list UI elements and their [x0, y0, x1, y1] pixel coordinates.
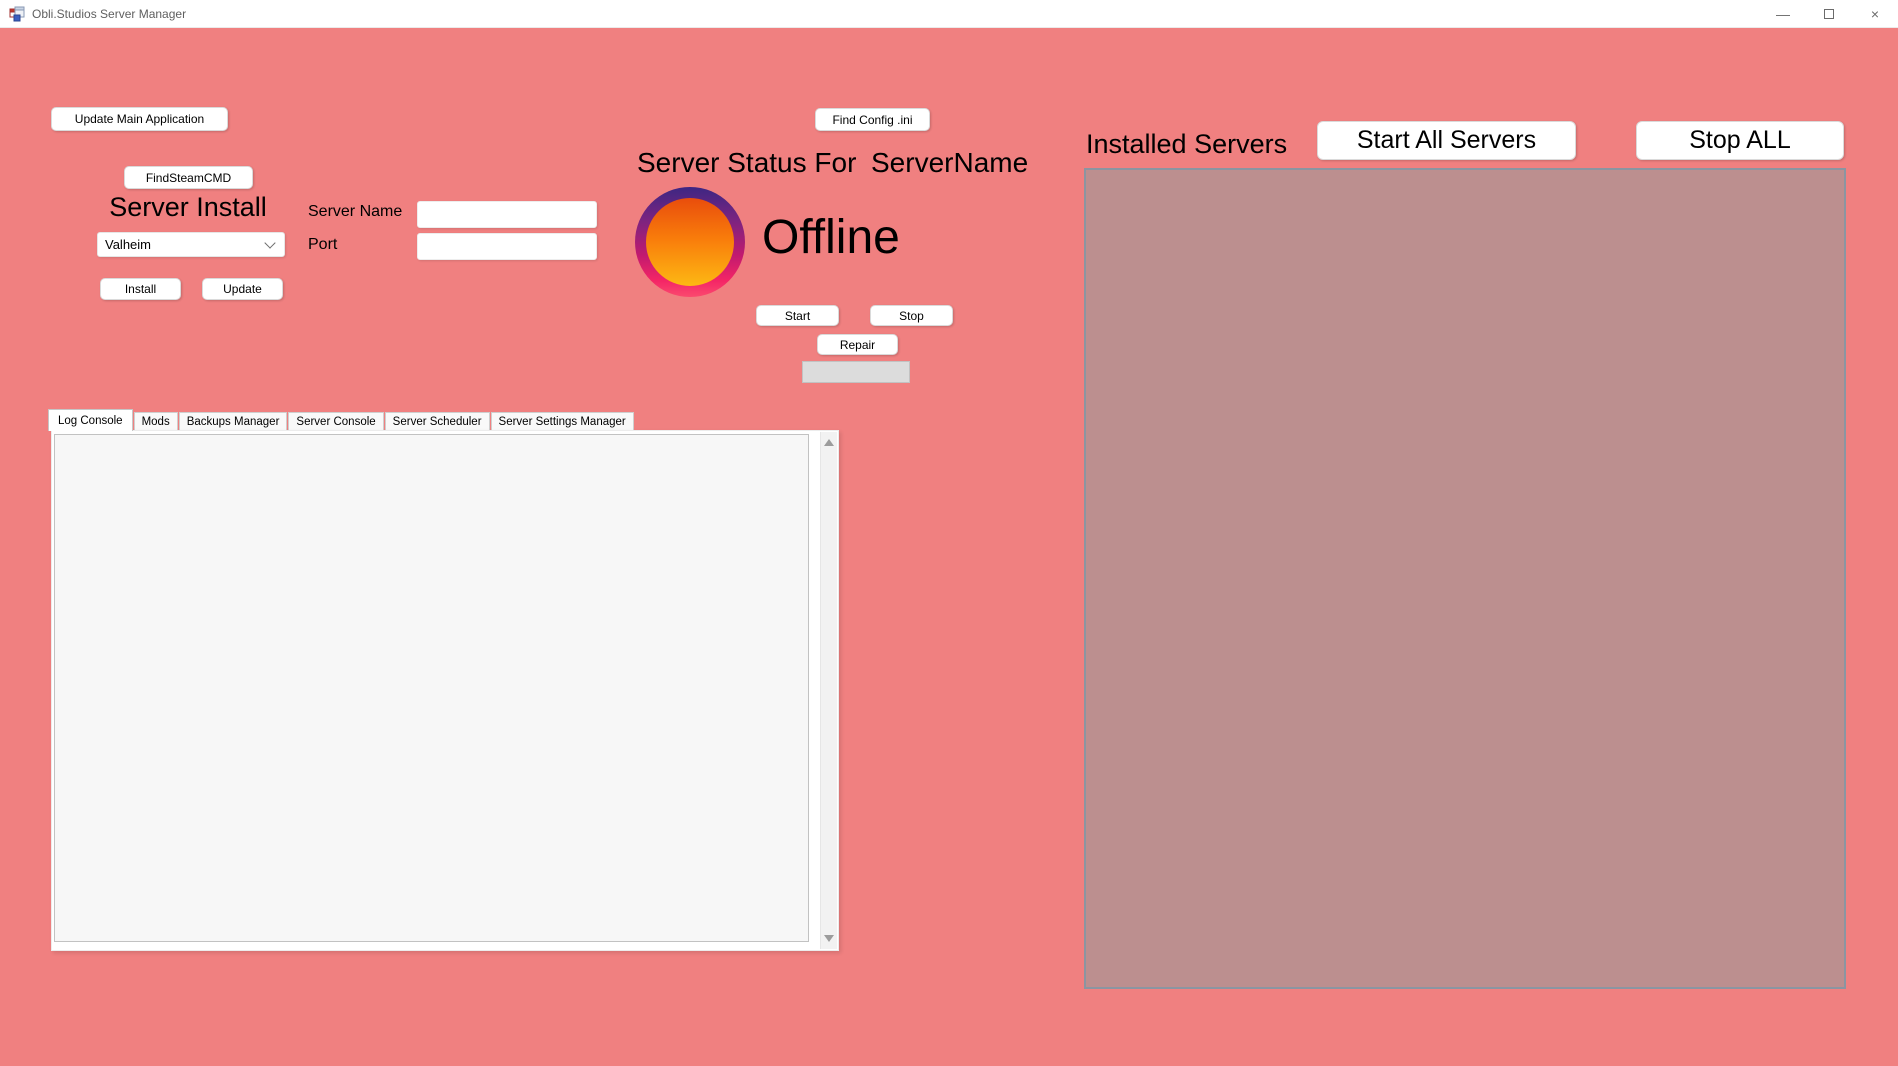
minimize-button[interactable]: — [1760, 0, 1806, 28]
port-label: Port [308, 236, 337, 254]
tab-server-settings-manager[interactable]: Server Settings Manager [491, 412, 634, 431]
find-steamcmd-button[interactable]: FindSteamCMD [124, 166, 253, 189]
scroll-up-icon[interactable] [824, 439, 834, 446]
status-text: Offline [762, 210, 900, 265]
start-button[interactable]: Start [756, 305, 839, 326]
scroll-down-icon[interactable] [824, 935, 834, 942]
tab-server-scheduler[interactable]: Server Scheduler [385, 412, 490, 431]
game-select-dropdown[interactable]: Valheim [97, 232, 285, 257]
tab-log-console[interactable]: Log Console [48, 409, 133, 431]
installed-servers-panel [1084, 168, 1846, 989]
close-button[interactable]: × [1852, 0, 1898, 28]
log-scrollbar[interactable] [820, 432, 837, 949]
maximize-icon [1824, 9, 1834, 19]
tab-server-console[interactable]: Server Console [288, 412, 383, 431]
server-install-heading: Server Install [88, 192, 288, 223]
installed-servers-heading: Installed Servers [1086, 129, 1287, 160]
tab-mods[interactable]: Mods [134, 412, 178, 431]
window-controls: — × [1760, 0, 1898, 28]
server-status-heading: Server Status For [637, 147, 856, 179]
update-button[interactable]: Update [202, 278, 283, 300]
chevron-down-icon [264, 237, 275, 248]
maximize-button[interactable] [1806, 0, 1852, 28]
log-console-tab-page [51, 430, 839, 951]
title-bar: Obli.Studios Server Manager — × [0, 0, 1898, 28]
port-input[interactable] [417, 233, 597, 260]
stop-button[interactable]: Stop [870, 305, 953, 326]
repair-button[interactable]: Repair [817, 334, 898, 355]
window-title: Obli.Studios Server Manager [32, 7, 186, 21]
tab-strip: Log Console Mods Backups Manager Server … [48, 409, 635, 431]
find-config-ini-button[interactable]: Find Config .ini [815, 108, 930, 131]
status-indicator-core [646, 198, 734, 286]
status-server-name: ServerName [871, 147, 1028, 179]
install-button[interactable]: Install [100, 278, 181, 300]
status-indicator-icon [635, 187, 745, 297]
stop-all-button[interactable]: Stop ALL [1636, 121, 1844, 160]
repair-progress-bar [802, 361, 910, 383]
tab-backups-manager[interactable]: Backups Manager [179, 412, 288, 431]
start-all-servers-button[interactable]: Start All Servers [1317, 121, 1576, 160]
server-name-label: Server Name [308, 203, 402, 221]
log-console-output[interactable] [54, 434, 809, 942]
game-select-value: Valheim [105, 237, 151, 252]
server-name-input[interactable] [417, 201, 597, 228]
app-icon [9, 6, 25, 22]
update-main-application-button[interactable]: Update Main Application [51, 107, 228, 131]
